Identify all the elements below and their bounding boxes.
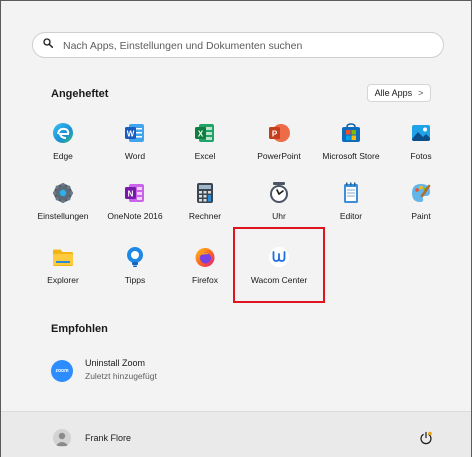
recommended-item-title: Uninstall Zoom — [85, 358, 146, 368]
recommended-item[interactable]: zoom Uninstall Zoom Zuletzt hinzugefügt — [51, 358, 251, 388]
app-explorer[interactable]: Explorer — [25, 245, 101, 305]
app-powerpoint[interactable]: P PowerPoint — [241, 121, 317, 181]
app-photos[interactable]: Fotos — [383, 121, 459, 181]
paint-icon — [412, 184, 431, 202]
search-icon — [43, 38, 53, 48]
pinned-title: Angeheftet — [51, 88, 109, 100]
power-icon[interactable] — [419, 431, 433, 445]
app-settings[interactable]: Einstellungen — [25, 181, 101, 241]
svg-text:P: P — [272, 130, 278, 139]
word-icon: W — [125, 124, 144, 142]
calculator-icon — [197, 183, 213, 203]
search-input[interactable] — [61, 36, 435, 56]
excel-icon: X — [195, 124, 214, 142]
folder-icon — [53, 249, 73, 266]
recommended-title: Empfohlen — [51, 323, 108, 335]
photos-icon — [412, 125, 430, 141]
app-edge[interactable]: Edge — [25, 121, 101, 181]
user-icon — [55, 432, 69, 446]
highlight-box — [233, 227, 325, 303]
chevron-right-icon: > — [418, 88, 424, 98]
app-label: Paint — [411, 211, 431, 221]
app-paint[interactable]: Paint — [383, 181, 459, 241]
avatar — [53, 429, 71, 447]
firefox-icon — [195, 248, 215, 267]
all-apps-label: Alle Apps — [374, 88, 413, 98]
svg-text:X: X — [198, 130, 204, 139]
app-excel[interactable]: X Excel — [167, 121, 243, 181]
store-icon — [342, 123, 360, 142]
settings-icon — [53, 183, 73, 203]
start-menu: Angeheftet Alle Apps > Edge W Word X Exc… — [0, 0, 472, 457]
app-firefox[interactable]: Firefox — [167, 245, 243, 305]
edge-icon — [53, 123, 73, 143]
start-footer: Frank Flore — [1, 411, 471, 457]
onenote-icon: N — [125, 184, 144, 202]
powerpoint-icon: P — [269, 124, 290, 142]
zoom-icon: zoom — [51, 360, 73, 382]
all-apps-button[interactable]: Alle Apps > — [367, 84, 431, 102]
svg-text:N: N — [128, 190, 134, 199]
app-calculator[interactable]: Rechner — [167, 181, 243, 241]
search-box[interactable] — [32, 32, 444, 58]
recommended-item-subtitle: Zuletzt hinzugefügt — [85, 371, 157, 381]
clock-icon — [270, 182, 288, 203]
svg-text:W: W — [127, 130, 135, 139]
notepad-icon — [344, 182, 358, 203]
app-label: Fotos — [410, 151, 432, 161]
user-name: Frank Flore — [85, 433, 132, 443]
tips-icon — [127, 247, 143, 267]
